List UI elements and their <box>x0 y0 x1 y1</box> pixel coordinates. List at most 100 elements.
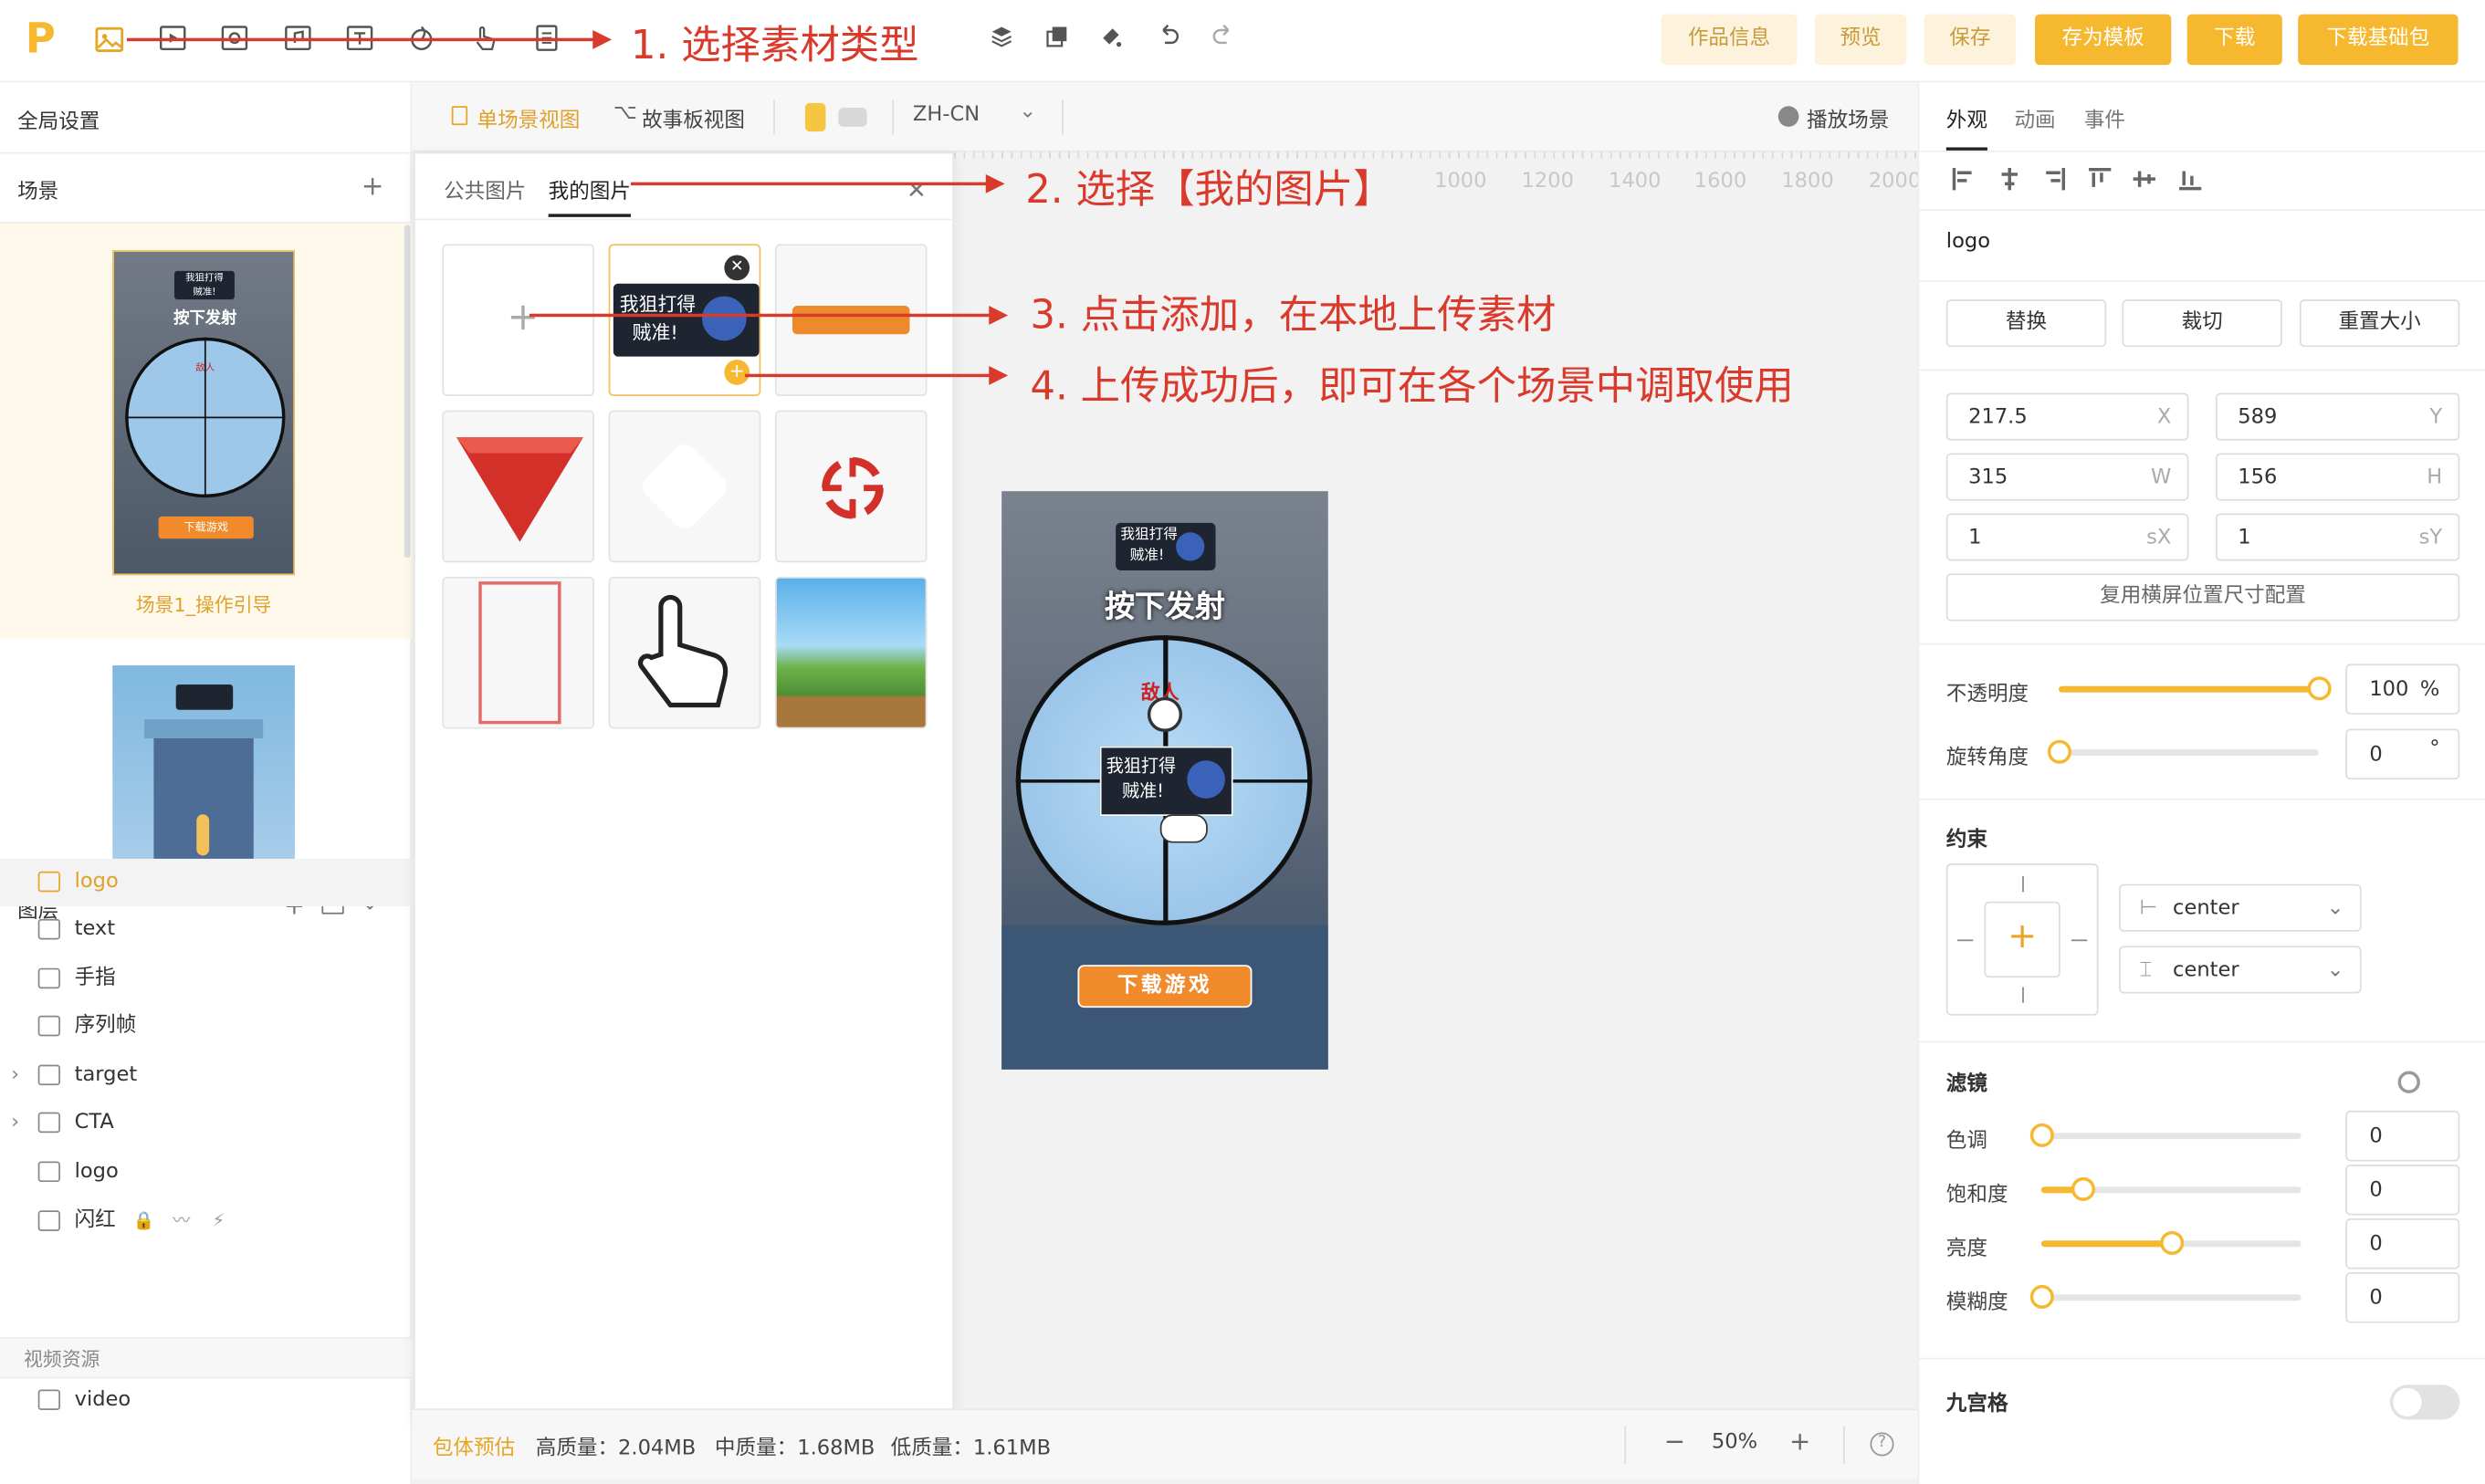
reset-filter-icon[interactable] <box>2397 1071 2420 1093</box>
filter-slider-handle[interactable] <box>2160 1230 2185 1255</box>
global-settings-title[interactable]: 全局设置 <box>17 105 100 135</box>
rotation-slider-handle[interactable] <box>2047 739 2071 764</box>
nine-grid-toggle[interactable] <box>2389 1385 2460 1420</box>
play-icon[interactable] <box>1777 106 1799 127</box>
layer-item[interactable]: logo <box>0 858 413 906</box>
color-swatch-yellow[interactable] <box>804 102 826 132</box>
align-bottom-icon[interactable] <box>2177 166 2203 198</box>
close-icon[interactable]: ✕ <box>907 176 927 204</box>
flash-icon[interactable]: ⚡ <box>213 1197 225 1245</box>
opacity-input[interactable]: 100% <box>2345 664 2460 715</box>
position-y-field[interactable]: 589 Y <box>2215 392 2460 441</box>
constraint-horizontal-select[interactable]: ⊢ center ⌄ <box>2119 883 2362 932</box>
download-button[interactable]: 下载 <box>2186 14 2282 66</box>
preview-button[interactable]: 预览 <box>1814 14 1907 66</box>
opacity-slider-handle[interactable] <box>2307 676 2332 701</box>
layer-item[interactable]: › target <box>0 1052 412 1100</box>
constraint-left[interactable] <box>1956 939 1974 942</box>
chevron-right-icon[interactable]: › <box>11 1100 19 1147</box>
scene-thumbnail-2[interactable] <box>112 665 295 869</box>
scene-thumbnail-1[interactable]: 我狙打得 贼准! 按下发射 敌人 下载游戏 <box>112 250 295 576</box>
delete-icon[interactable]: ✕ <box>724 255 750 281</box>
align-right-icon[interactable] <box>2041 166 2067 198</box>
storyboard-view-tab[interactable]: 故事板视图 <box>642 103 745 133</box>
color-swatch-gray[interactable] <box>838 108 867 127</box>
replace-button[interactable]: 替换 <box>1945 299 2107 348</box>
filter-slider[interactable] <box>2040 1294 2302 1301</box>
lock-icon[interactable]: 🔒 <box>133 1197 155 1245</box>
reuse-landscape-config-button[interactable]: 复用横屏位置尺寸配置 <box>1945 573 2460 622</box>
copy-icon[interactable] <box>1040 24 1075 58</box>
image-icon[interactable] <box>92 24 127 58</box>
add-to-scene-icon[interactable]: + <box>724 360 750 385</box>
download-base-button[interactable]: 下载基础包 <box>2298 14 2459 66</box>
material-white-star[interactable] <box>608 410 761 563</box>
material-red-frame[interactable] <box>442 576 594 729</box>
tab-my-images[interactable]: 我的图片 <box>549 174 631 204</box>
constraint-center-icon[interactable]: + <box>1984 901 2060 978</box>
scene-scrollbar[interactable] <box>404 225 411 559</box>
play-scene-button[interactable]: 播放场景 <box>1807 103 1889 133</box>
crop-button[interactable]: 裁切 <box>2122 299 2282 348</box>
zoom-in-icon[interactable]: + <box>1789 1426 1810 1456</box>
width-field[interactable]: 315 W <box>1945 453 2189 501</box>
add-material-button[interactable]: + <box>442 244 594 396</box>
layer-item[interactable]: logo <box>0 1149 412 1197</box>
align-center-h-icon[interactable] <box>1997 166 2022 198</box>
undo-icon[interactable] <box>1150 24 1185 58</box>
align-top-icon[interactable] <box>2087 166 2113 198</box>
language-select[interactable]: ZH-CN <box>913 103 980 127</box>
redo-icon[interactable] <box>1206 24 1241 58</box>
zoom-out-icon[interactable]: − <box>1664 1426 1685 1456</box>
tab-appearance[interactable]: 外观 <box>1946 103 1987 133</box>
scale-x-field[interactable]: 1 sX <box>1945 513 2189 561</box>
game-cta-button[interactable]: 下载游戏 <box>1077 965 1253 1008</box>
filter-slider-handle[interactable] <box>2071 1176 2096 1201</box>
constraint-right[interactable] <box>2071 939 2088 942</box>
scene-1-label[interactable]: 场景1_操作引导 <box>0 591 407 619</box>
rotate-handle-icon[interactable] <box>1147 696 1183 733</box>
filter-input[interactable]: 0 <box>2345 1272 2460 1323</box>
layers-icon[interactable] <box>984 24 1019 58</box>
eye-off-icon[interactable]: 〰 <box>173 1197 190 1245</box>
paint-icon[interactable] <box>1094 24 1128 58</box>
save-button[interactable]: 保存 <box>1924 14 2017 66</box>
layer-item[interactable]: text <box>0 906 412 954</box>
material-red-gem[interactable] <box>442 410 594 563</box>
filter-slider[interactable] <box>2040 1133 2302 1140</box>
constraint-bottom[interactable] <box>2022 987 2024 1003</box>
constraint-vertical-select[interactable]: ⌶ center ⌄ <box>2119 946 2362 994</box>
material-logo[interactable]: 我狙打得 贼准! ✕ + <box>608 244 761 396</box>
selected-logo[interactable]: 我狙打得 贼准! <box>1099 746 1233 817</box>
filter-input[interactable]: 0 <box>2345 1218 2460 1270</box>
reset-size-button[interactable]: 重置大小 <box>2299 299 2460 348</box>
scale-y-field[interactable]: 1 sY <box>2215 513 2460 561</box>
layer-item[interactable]: › CTA <box>0 1100 412 1147</box>
layer-item[interactable]: 序列帧 <box>0 1003 412 1050</box>
opacity-slider[interactable] <box>2059 685 2319 693</box>
align-left-icon[interactable] <box>1951 166 1976 198</box>
constraint-top[interactable] <box>2022 876 2024 893</box>
zoom-level[interactable]: 50% <box>1712 1431 1757 1455</box>
layer-item[interactable]: 闪红 🔒 〰 ⚡ <box>0 1197 412 1245</box>
filter-slider-handle[interactable] <box>2029 1284 2054 1309</box>
material-hand[interactable] <box>608 576 761 729</box>
help-icon[interactable]: ? <box>1870 1432 1894 1457</box>
work-info-button[interactable]: 作品信息 <box>1661 14 1798 66</box>
single-scene-view-tab[interactable]: 单场景视图 <box>477 103 581 133</box>
element-name[interactable]: logo <box>1946 230 1990 254</box>
tab-events[interactable]: 事件 <box>2084 103 2125 133</box>
filter-input[interactable]: 0 <box>2345 1110 2460 1162</box>
rotation-slider[interactable] <box>2059 749 2319 757</box>
tab-animation[interactable]: 动画 <box>2014 103 2055 133</box>
filter-input[interactable]: 0 <box>2345 1164 2460 1216</box>
tab-public-images[interactable]: 公共图片 <box>444 174 526 204</box>
game-preview[interactable]: 我狙打得 贼准! 按下发射 敌人 我狙打得 贼准! 下载游戏 <box>1001 491 1328 1070</box>
chevron-down-icon[interactable]: ⌄ <box>1019 99 1036 123</box>
add-scene-icon[interactable]: + <box>362 171 384 203</box>
rotation-input[interactable]: 0 ° <box>2345 728 2460 780</box>
height-field[interactable]: 156 H <box>2215 453 2460 501</box>
layer-item[interactable]: 手指 <box>0 956 412 1003</box>
filter-slider-handle[interactable] <box>2029 1123 2054 1147</box>
save-template-button[interactable]: 存为模板 <box>2035 14 2172 66</box>
